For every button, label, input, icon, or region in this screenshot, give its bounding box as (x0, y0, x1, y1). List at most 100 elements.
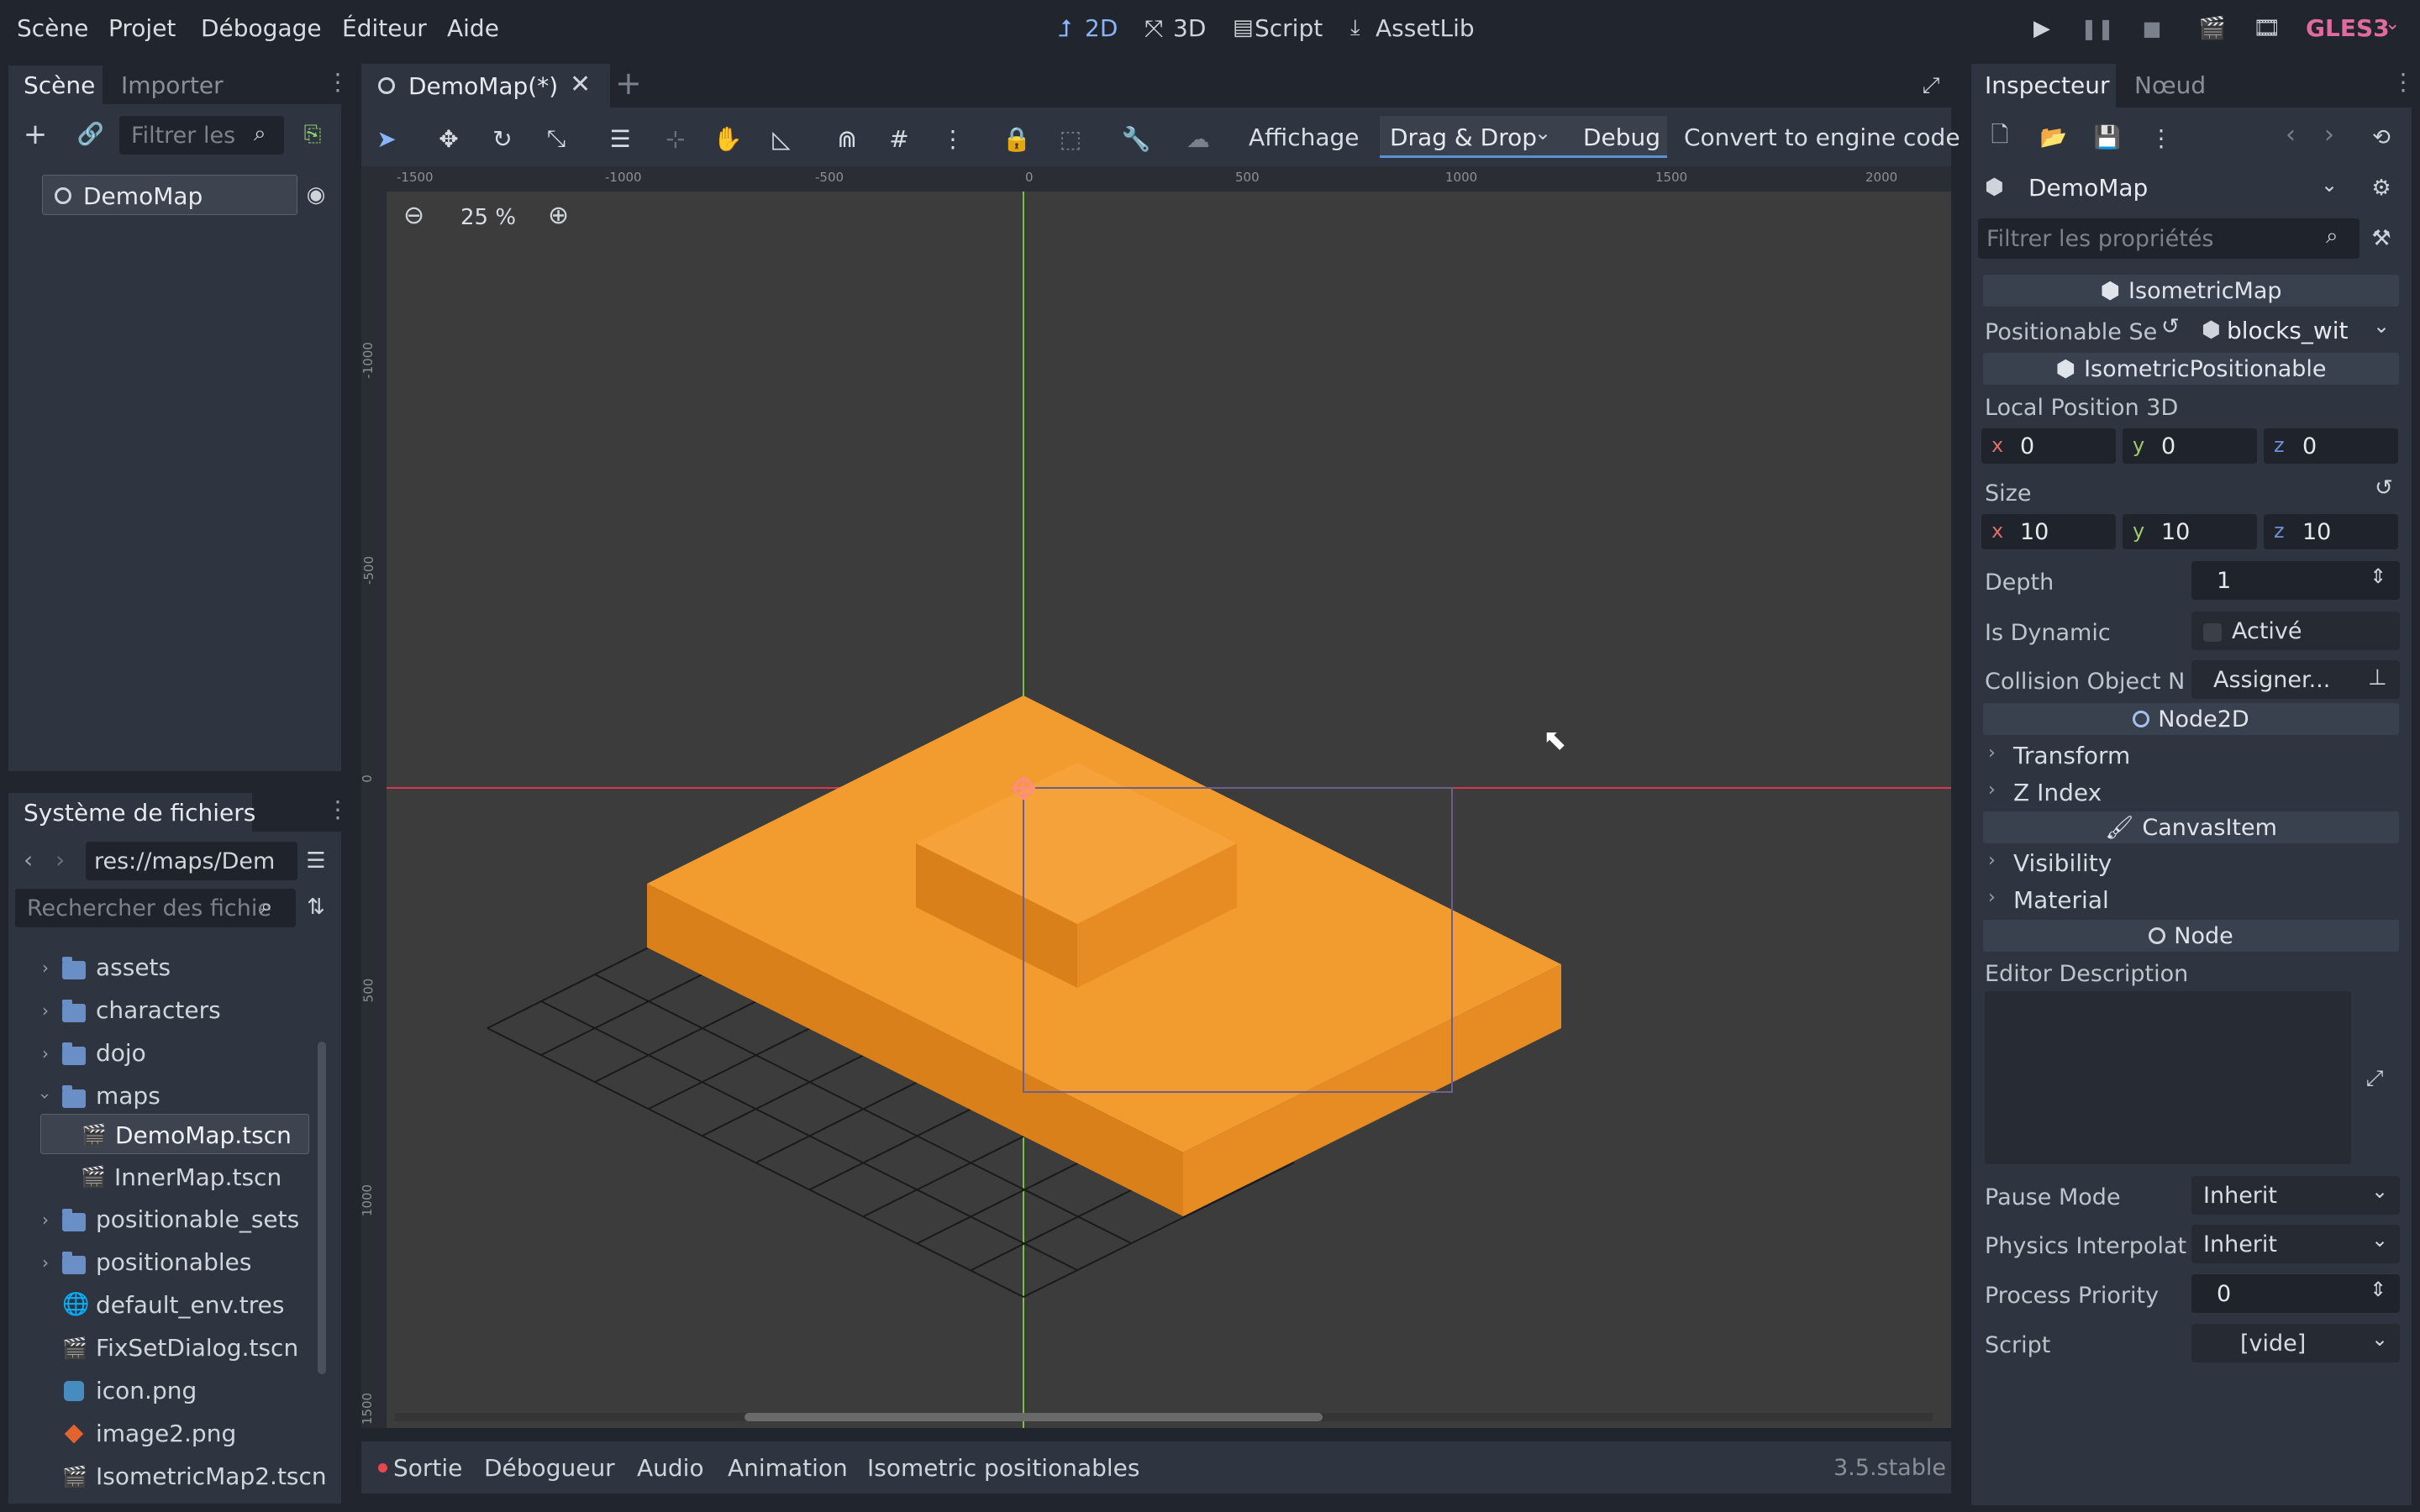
split-view-icon[interactable]: ☰ (299, 845, 333, 877)
tab-import[interactable]: Importer (121, 74, 224, 97)
list-item[interactable]: image2.png (17, 1414, 319, 1454)
add-tab-icon[interactable]: + (615, 67, 642, 99)
object-selector[interactable]: ⬢ DemoMap ⌄ (1980, 168, 2343, 208)
zoom-out-icon[interactable]: ⊖ (403, 203, 424, 228)
pause-mode-select[interactable]: Inherit ⌄ (2191, 1176, 2400, 1215)
property-filter-input[interactable]: Filtrer les propriétés ⌕ (1978, 218, 2360, 259)
more-options-icon[interactable]: ⋮ (938, 123, 968, 154)
back-arrow-icon[interactable]: ‹ (24, 848, 33, 872)
workspace-script-button[interactable]: ▤ Script (1231, 10, 1332, 45)
zoom-in-icon[interactable]: ⊕ (548, 203, 569, 228)
spinner-icon[interactable]: ⇕ (2370, 566, 2386, 586)
reset-icon[interactable]: ↺ (2375, 477, 2393, 499)
list-item[interactable]: 🎬 FixSetDialog.tscn (17, 1328, 319, 1368)
stop-icon[interactable]: ■ (2137, 13, 2167, 44)
group-material[interactable]: › Material (1980, 884, 2400, 917)
lock-icon[interactable]: 🔒 (1002, 123, 1032, 154)
path-field[interactable]: res://maps/Dem (86, 842, 297, 880)
editor-description-textarea[interactable] (1985, 991, 2351, 1164)
viewport-scrollbar-thumb[interactable] (744, 1413, 1323, 1421)
list-item[interactable]: › positionables (17, 1242, 319, 1283)
section-isometric-positionable[interactable]: ⬢ IsometricPositionable (1983, 353, 2399, 385)
grid-snap-icon[interactable]: # (884, 123, 914, 154)
add-node-icon[interactable]: + (20, 118, 50, 151)
list-item[interactable]: 🌐 default_env.tres (17, 1285, 319, 1326)
dock-menu-icon[interactable]: ⋮ (2391, 71, 2415, 94)
tab-output[interactable]: Sortie (393, 1457, 462, 1480)
group-visibility[interactable]: › Visibility (1980, 847, 2400, 880)
tab-animation[interactable]: Animation (728, 1457, 848, 1480)
list-item[interactable]: › dojo (17, 1033, 319, 1074)
menu-scene[interactable]: Scène (17, 17, 88, 40)
positionable-set-select[interactable]: ⬢ blocks_wit ⌄ (2196, 311, 2403, 349)
list-item[interactable]: icon.png (17, 1371, 319, 1411)
move-tool-icon[interactable]: ✥ (434, 123, 464, 154)
history-forward-icon[interactable]: › (2324, 123, 2334, 148)
reset-icon[interactable]: ↺ (2161, 316, 2180, 338)
tab-node[interactable]: Nœud (2134, 74, 2206, 97)
rotate-tool-icon[interactable]: ↻ (487, 123, 518, 154)
pan-hand-icon[interactable]: ✋ (713, 123, 743, 154)
play-custom-scene-icon[interactable]: 🎞 (2252, 13, 2282, 44)
close-icon[interactable]: ✕ (570, 72, 591, 97)
group-icon[interactable]: ⬚ (1055, 123, 1086, 154)
menu-project[interactable]: Projet (108, 17, 176, 40)
local-position-x[interactable]: x 0 (1981, 428, 2116, 464)
forward-arrow-icon[interactable]: › (55, 848, 65, 872)
link-icon[interactable]: 🔗 (76, 119, 106, 150)
renderer-select[interactable]: GLES3 (2306, 17, 2390, 40)
list-item[interactable]: › characters (17, 990, 319, 1031)
clear-icon[interactable]: ⊥ (2368, 667, 2387, 689)
list-item[interactable]: › assets (17, 948, 319, 988)
smart-snap-icon[interactable]: ⋒ (832, 123, 862, 154)
group-z-index[interactable]: › Z Index (1980, 776, 2400, 810)
section-node2d[interactable]: Node2D (1983, 703, 2399, 735)
list-item[interactable]: 🎬 IsometricMap2.tscn (17, 1457, 327, 1497)
tab-scene[interactable]: Scène (8, 66, 103, 104)
tab-isometric-positionables[interactable]: Isometric positionables (867, 1457, 1139, 1480)
scale-tool-icon[interactable]: ⤡ (541, 123, 571, 154)
save-icon[interactable]: 💾 (2092, 123, 2123, 153)
tab-demomap[interactable]: DemoMap(*) ✕ (361, 64, 610, 108)
skeleton-icon[interactable]: 🔧 (1121, 123, 1151, 154)
tab-audio[interactable]: Audio (637, 1457, 704, 1480)
history-back-icon[interactable]: ‹ (2286, 123, 2296, 148)
tab-debugger[interactable]: Débogueur (484, 1457, 615, 1480)
workspace-3d-button[interactable]: ⤧ 3D (1143, 10, 1210, 45)
expand-icon[interactable]: ⤢ (2360, 1063, 2390, 1094)
script-select[interactable]: [vide] ⌄ (2191, 1324, 2400, 1362)
workspace-2d-button[interactable]: ⮥ 2D (1055, 10, 1122, 45)
section-node[interactable]: Node (1983, 920, 2399, 952)
pivot-tool-icon[interactable]: ⊹ (660, 123, 691, 154)
convert-engine-code-button[interactable]: Convert to engine code (1684, 126, 1960, 150)
local-position-z[interactable]: z 0 (2264, 428, 2398, 464)
list-item-selected[interactable]: 🎬 DemoMap.tscn (40, 1114, 309, 1154)
open-folder-icon[interactable]: 📂 (2039, 123, 2069, 153)
visibility-eye-icon[interactable]: ◉ (301, 180, 331, 210)
tab-filesystem[interactable]: Système de fichiers (8, 793, 255, 832)
dock-menu-icon[interactable]: ⋮ (326, 71, 350, 94)
list-select-icon[interactable]: ☰ (605, 123, 635, 154)
tab-inspector[interactable]: Inspecteur (1971, 64, 2116, 108)
file-search-input[interactable]: Rechercher des fichie ⌕ (15, 889, 296, 927)
menu-editor[interactable]: Éditeur (342, 17, 427, 40)
more-options-icon[interactable]: ⋮ (2146, 123, 2176, 153)
object-tools-icon[interactable]: ⚙ (2366, 173, 2396, 203)
menu-debug[interactable]: Débogage (201, 17, 322, 40)
play-icon[interactable]: ▶ (2027, 13, 2057, 44)
depth-spinbox[interactable]: 1 ⇕ (2191, 561, 2400, 600)
physics-interpolation-select[interactable]: Inherit ⌄ (2191, 1225, 2400, 1263)
size-y[interactable]: y 10 (2123, 514, 2257, 549)
list-item[interactable]: › maps (17, 1076, 319, 1116)
spinner-icon[interactable]: ⇕ (2370, 1279, 2386, 1299)
scene-filter-input[interactable]: Filtrer les ⌕ (119, 116, 284, 155)
group-transform[interactable]: › Transform (1980, 739, 2400, 773)
list-item[interactable]: › positionable_sets (17, 1200, 319, 1240)
drag-drop-button[interactable]: Drag & Drop ⌄ Debug (1380, 116, 1667, 158)
menu-help[interactable]: Aide (447, 17, 499, 40)
distraction-free-icon[interactable]: ⤢ (1916, 71, 1946, 101)
zoom-level[interactable]: 25 % (460, 207, 516, 228)
ruler-icon[interactable]: ◺ (766, 123, 797, 154)
sort-icon[interactable]: ⇅ (301, 892, 331, 922)
property-tools-icon[interactable]: ⚒ (2366, 223, 2396, 254)
